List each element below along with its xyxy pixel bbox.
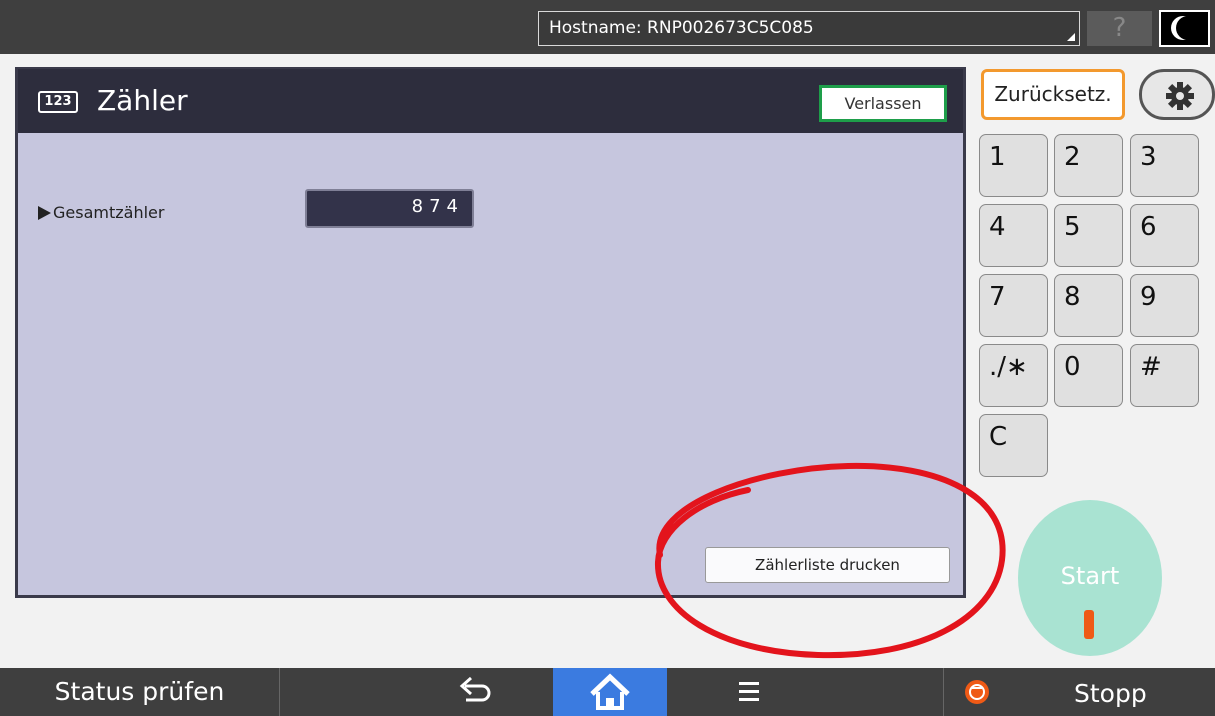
keypad-key[interactable]: 0 bbox=[1054, 344, 1123, 407]
keypad-key[interactable]: 5 bbox=[1054, 204, 1123, 267]
total-counter-label: Gesamtzähler bbox=[53, 203, 165, 222]
start-indicator bbox=[1084, 610, 1094, 639]
total-counter-value: 874 bbox=[305, 189, 474, 228]
moon-icon bbox=[1176, 16, 1200, 40]
panel-header: 123 Zähler Verlassen bbox=[18, 69, 963, 133]
settings-button[interactable] bbox=[1139, 69, 1215, 120]
stop-label: Stopp bbox=[1074, 679, 1147, 708]
keypad-key[interactable]: 9 bbox=[1130, 274, 1199, 337]
back-button[interactable] bbox=[420, 668, 530, 716]
keypad-key[interactable]: 2 bbox=[1054, 134, 1123, 197]
reset-button[interactable]: Zurücksetz. bbox=[981, 69, 1125, 120]
back-arrow-icon bbox=[459, 676, 491, 702]
exit-button[interactable]: Verlassen bbox=[819, 85, 947, 122]
night-mode-button[interactable] bbox=[1159, 10, 1210, 47]
resize-corner-icon bbox=[1067, 33, 1075, 41]
keypad-key[interactable]: 3 bbox=[1130, 134, 1199, 197]
counter-icon: 123 bbox=[38, 91, 78, 113]
help-button[interactable]: ? bbox=[1087, 11, 1152, 46]
home-button[interactable] bbox=[553, 668, 667, 716]
menu-button[interactable] bbox=[690, 668, 810, 716]
keypad-key[interactable]: 4 bbox=[979, 204, 1048, 267]
start-button[interactable]: Start bbox=[1018, 500, 1162, 656]
hamburger-menu-icon bbox=[739, 682, 759, 701]
keypad-key[interactable]: 8 bbox=[1054, 274, 1123, 337]
keypad-key[interactable]: ./∗ bbox=[979, 344, 1048, 407]
keypad-key[interactable]: 1 bbox=[979, 134, 1048, 197]
stop-button[interactable]: Stopp bbox=[943, 668, 1215, 716]
hostname-field[interactable]: Hostname: RNP002673C5C085 bbox=[538, 11, 1080, 46]
top-bar: Hostname: RNP002673C5C085 ? bbox=[0, 0, 1215, 54]
triangle-right-icon bbox=[38, 206, 51, 220]
bottom-bar: Status prüfen Stopp bbox=[0, 668, 1215, 716]
status-check-button[interactable]: Status prüfen bbox=[0, 668, 280, 716]
hostname-text: Hostname: RNP002673C5C085 bbox=[549, 18, 814, 38]
keypad-key[interactable]: 7 bbox=[979, 274, 1048, 337]
home-icon bbox=[590, 673, 630, 710]
total-counter-row: Gesamtzähler bbox=[38, 203, 164, 222]
annotation-circle bbox=[654, 462, 1006, 659]
start-label: Start bbox=[1060, 562, 1120, 590]
page-title: Zähler bbox=[97, 84, 188, 117]
keypad-key[interactable]: 6 bbox=[1130, 204, 1199, 267]
stop-icon bbox=[965, 680, 989, 704]
keypad-key[interactable]: # bbox=[1130, 344, 1199, 407]
gear-icon bbox=[1166, 82, 1194, 110]
